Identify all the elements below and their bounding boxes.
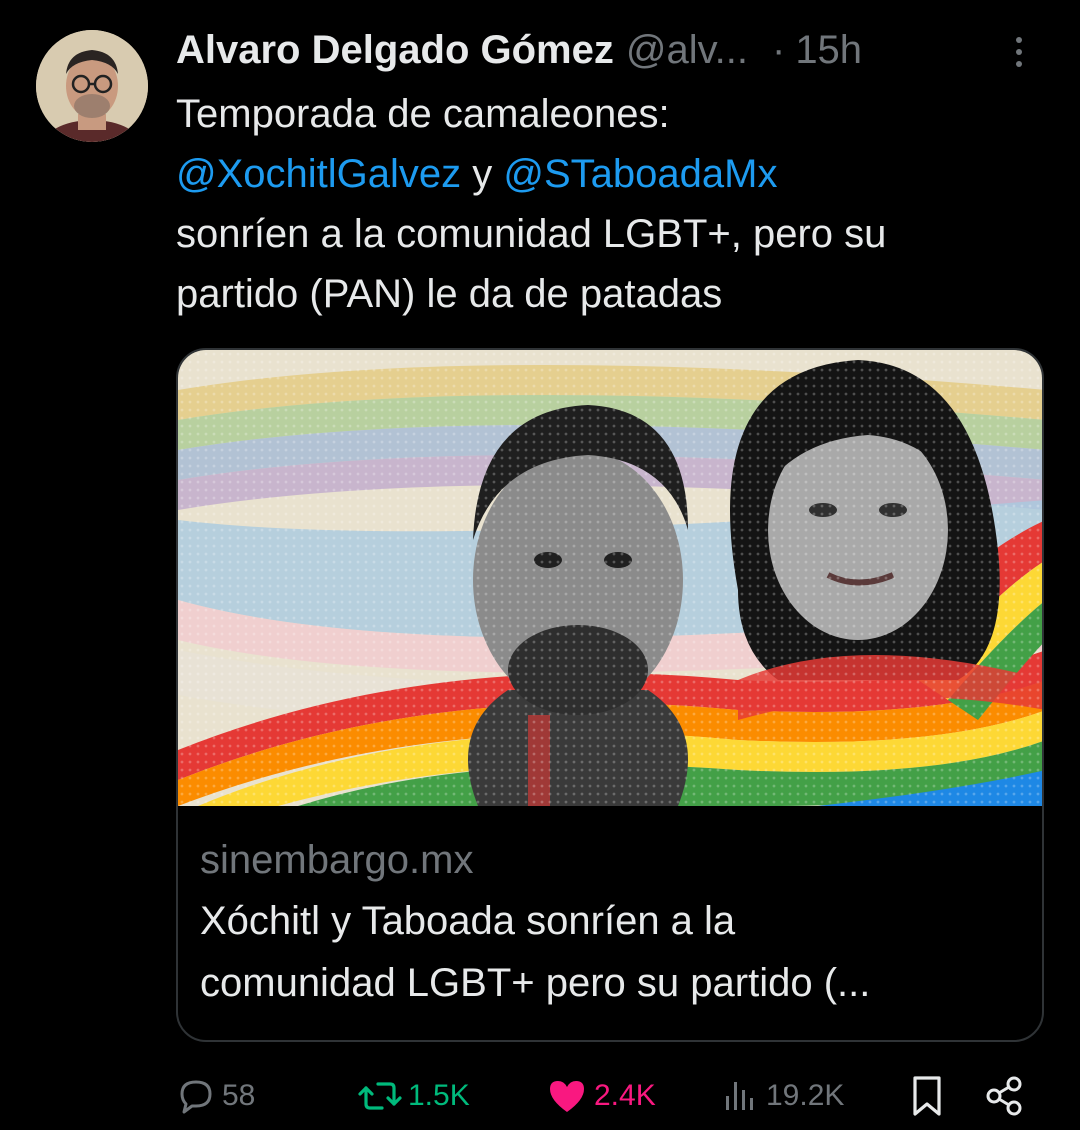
retweet-count: 1.5K [408,1079,470,1112]
tweet-text-line: partido (PAN) le da de patadas [176,272,723,316]
reply-icon [176,1076,216,1116]
like-button[interactable]: 2.4K [546,1068,656,1124]
mention-link[interactable]: @XochitlGalvez [176,152,461,196]
views-count: 19.2K [766,1079,845,1112]
separator-dot: · [771,27,786,72]
views-button[interactable]: 19.2K [722,1068,844,1124]
reply-button[interactable]: 58 [176,1068,255,1124]
like-icon [546,1076,588,1116]
share-button[interactable] [984,1068,1024,1124]
tweet-time[interactable]: 15h [795,28,862,73]
share-icon [984,1074,1024,1118]
more-icon[interactable] [1004,32,1034,72]
author-handle[interactable]: @alv... [626,28,748,73]
tweet[interactable]: Alvaro Delgado Gómez @alv... · 15h Tempo… [0,0,1080,1130]
card-title-line: comunidad LGBT+ pero su partido (... [200,961,871,1005]
avatar[interactable] [36,30,148,142]
tweet-text: Temporada de camaleones: @XochitlGalvez … [176,84,1056,324]
tweet-text-line: sonríen a la comunidad LGBT+, pero su [176,212,887,256]
like-count: 2.4K [594,1079,656,1112]
card-title-line: Xóchitl y Taboada sonríen a la [200,899,736,943]
card-domain: sinembargo.mx [200,838,474,882]
reply-count: 58 [222,1079,256,1112]
tweet-text-line: @XochitlGalvez y @STaboadaMx [176,144,1056,204]
tweet-text-line: Temporada de camaleones: [176,92,670,136]
retweet-button[interactable]: 1.5K [358,1068,470,1124]
bookmark-icon [910,1074,944,1118]
card-body: sinembargo.mx Xóchitl y Taboada sonríen … [200,830,1020,1014]
bookmark-button[interactable] [910,1068,944,1124]
tweet-text-fragment: y [461,152,504,196]
tweet-header: Alvaro Delgado Gómez @alv... · 15h [176,22,1040,78]
mention-link[interactable]: @STaboadaMx [503,152,777,196]
views-icon [722,1076,760,1116]
retweet-icon [358,1076,402,1116]
link-card[interactable]: sinembargo.mx Xóchitl y Taboada sonríen … [176,348,1044,1042]
author-name[interactable]: Alvaro Delgado Gómez [176,28,614,73]
action-bar: 58 1.5K 2.4K 19.2K [176,1068,1056,1124]
card-image[interactable] [178,350,1042,806]
